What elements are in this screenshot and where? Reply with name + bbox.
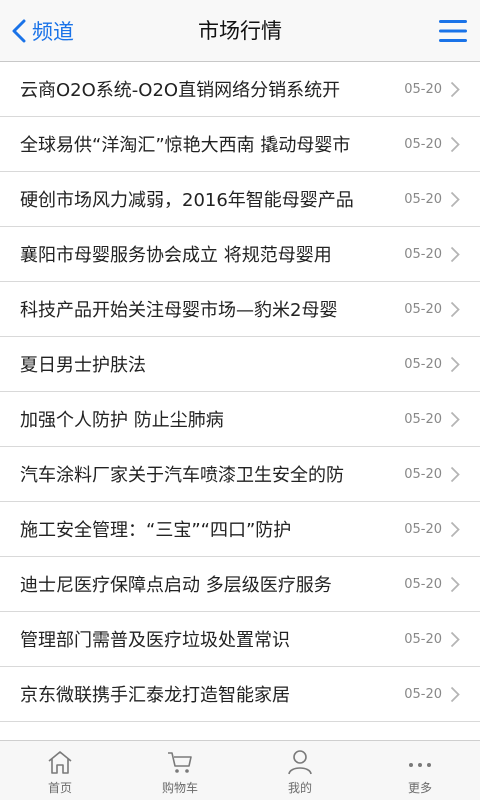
- chevron-right-icon: [450, 81, 460, 98]
- article-title: 迪士尼医疗保障点启动 多层级医疗服务: [20, 575, 332, 596]
- tab-bar: 首页 购物车 我的 更多: [0, 740, 480, 800]
- article-title: 全球易供“洋淘汇”惊艳大西南 撬动母婴市: [20, 135, 351, 156]
- navigation-bar: 频道 市场行情: [0, 0, 480, 62]
- article-title: 管理部门需普及医疗垃圾处置常识: [20, 630, 290, 651]
- chevron-right-icon: [450, 466, 460, 483]
- article-date: 05-20: [404, 521, 442, 537]
- more-dots-icon: [409, 763, 431, 767]
- back-button[interactable]: 频道: [12, 14, 74, 48]
- chevron-right-icon: [450, 686, 460, 703]
- article-title: 科技产品开始关注母婴市场—豹米2母婴: [20, 300, 338, 321]
- article-date: 05-20: [404, 246, 442, 262]
- cart-icon: [168, 752, 192, 773]
- tab-profile[interactable]: 我的: [240, 741, 360, 800]
- article-date: 05-20: [404, 466, 442, 482]
- list-item[interactable]: 全球易供“洋淘汇”惊艳大西南 撬动母婴市 05-20: [0, 117, 480, 172]
- article-title: 云商O2O系统-O2O直销网络分销系统开: [20, 80, 341, 101]
- chevron-right-icon: [450, 576, 460, 593]
- tab-more[interactable]: 更多: [360, 741, 480, 800]
- list-item[interactable]: 硬创市场风力减弱，2016年智能母婴产品 05-20: [0, 172, 480, 227]
- chevron-left-icon: [12, 19, 26, 43]
- list-item[interactable]: 一线商用车担原装“神秘嘉路？05-20: [0, 722, 480, 742]
- home-icon: [48, 751, 72, 774]
- article-date: 05-20: [404, 631, 442, 647]
- list-item[interactable]: 襄阳市母婴服务协会成立 将规范母婴用 05-20: [0, 227, 480, 282]
- tab-label: 更多: [407, 781, 432, 795]
- chevron-right-icon: [450, 246, 460, 263]
- chevron-right-icon: [450, 521, 460, 538]
- hamburger-menu-icon: [439, 20, 467, 42]
- tab-label: 我的: [287, 781, 312, 795]
- article-title: 京东微联携手汇泰龙打造智能家居: [20, 685, 290, 706]
- article-title: 加强个人防护 防止尘肺病: [20, 410, 224, 431]
- article-date: 05-20: [404, 356, 442, 372]
- chevron-right-icon: [450, 631, 460, 648]
- list-item[interactable]: 科技产品开始关注母婴市场—豹米2母婴 05-20: [0, 282, 480, 337]
- chevron-right-icon: [450, 411, 460, 428]
- article-list: 云商O2O系统-O2O直销网络分销系统开 05-20 全球易供“洋淘汇”惊艳大西南 …: [0, 62, 480, 742]
- article-date: 05-20: [404, 576, 442, 592]
- chevron-right-icon: [450, 356, 460, 373]
- list-item[interactable]: 施工安全管理：“三宝”“四口”防护 05-20: [0, 502, 480, 557]
- tab-label: 购物车: [161, 781, 198, 795]
- article-date: 05-20: [404, 686, 442, 702]
- list-item[interactable]: 京东微联携手汇泰龙打造智能家居 05-20: [0, 667, 480, 722]
- article-date: 05-20: [404, 411, 442, 427]
- back-label: 频道: [32, 20, 74, 44]
- article-date: 05-20: [404, 136, 442, 152]
- list-item[interactable]: 夏日男士护肤法 05-20: [0, 337, 480, 392]
- chevron-right-icon: [450, 191, 460, 208]
- list-item[interactable]: 汽车涂料厂家关于汽车喷漆卫生安全的防 05-20: [0, 447, 480, 502]
- article-title: 夏日男士护肤法: [20, 355, 146, 376]
- article-date: 05-20: [404, 301, 442, 317]
- chevron-right-icon: [450, 136, 460, 153]
- article-title: 汽车涂料厂家关于汽车喷漆卫生安全的防: [20, 465, 344, 486]
- tab-home[interactable]: 首页: [0, 741, 120, 800]
- list-item[interactable]: 加强个人防护 防止尘肺病 05-20: [0, 392, 480, 447]
- article-title: 施工安全管理：“三宝”“四口”防护: [20, 520, 292, 541]
- menu-button[interactable]: [438, 16, 468, 46]
- tab-cart[interactable]: 购物车: [120, 741, 240, 800]
- list-item[interactable]: 云商O2O系统-O2O直销网络分销系统开 05-20: [0, 62, 480, 117]
- list-item[interactable]: 管理部门需普及医疗垃圾处置常识 05-20: [0, 612, 480, 667]
- article-date: 05-20: [404, 191, 442, 207]
- tab-label: 首页: [47, 781, 72, 795]
- chevron-right-icon: [450, 301, 460, 318]
- list-item[interactable]: 迪士尼医疗保障点启动 多层级医疗服务 05-20: [0, 557, 480, 612]
- user-icon: [288, 750, 312, 775]
- article-title: 襄阳市母婴服务协会成立 将规范母婴用: [20, 245, 332, 266]
- article-date: 05-20: [404, 81, 442, 97]
- article-title: 硬创市场风力减弱，2016年智能母婴产品: [20, 190, 354, 211]
